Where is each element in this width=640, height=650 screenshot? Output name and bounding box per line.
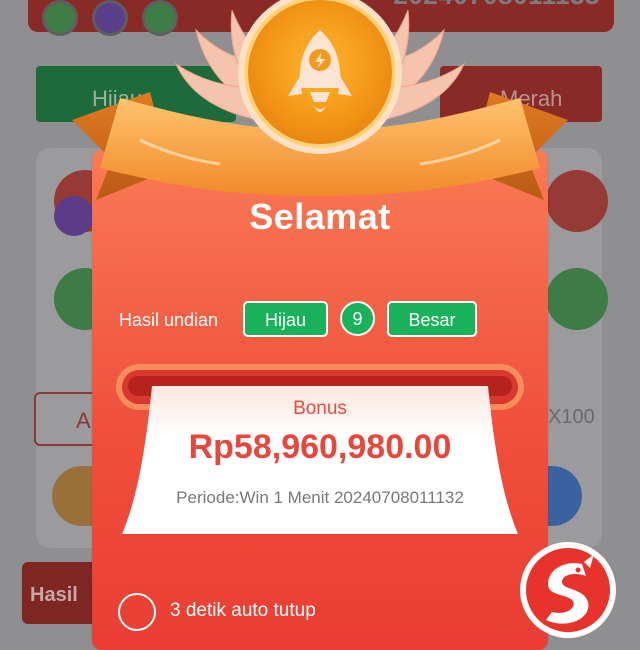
- period-text: Periode:Win 1 Menit 20240708011132: [176, 488, 464, 507]
- auto-close-text: 3 detik auto tutup: [170, 600, 316, 621]
- result-number-badge: 9: [340, 301, 375, 336]
- medal-ribbon-icon: [72, 0, 568, 200]
- bonus-label: Bonus: [293, 398, 347, 419]
- auto-close-checkbox[interactable]: [118, 593, 156, 631]
- result-size-badge: Besar: [387, 301, 477, 337]
- bonus-amount: Rp58,960,980.00: [188, 428, 452, 466]
- result-color-badge: Hijau: [243, 301, 328, 337]
- number-ball[interactable]: [546, 268, 608, 330]
- dragon-logo-icon: [520, 542, 616, 638]
- draw-result-label: Hasil undian: [119, 310, 219, 330]
